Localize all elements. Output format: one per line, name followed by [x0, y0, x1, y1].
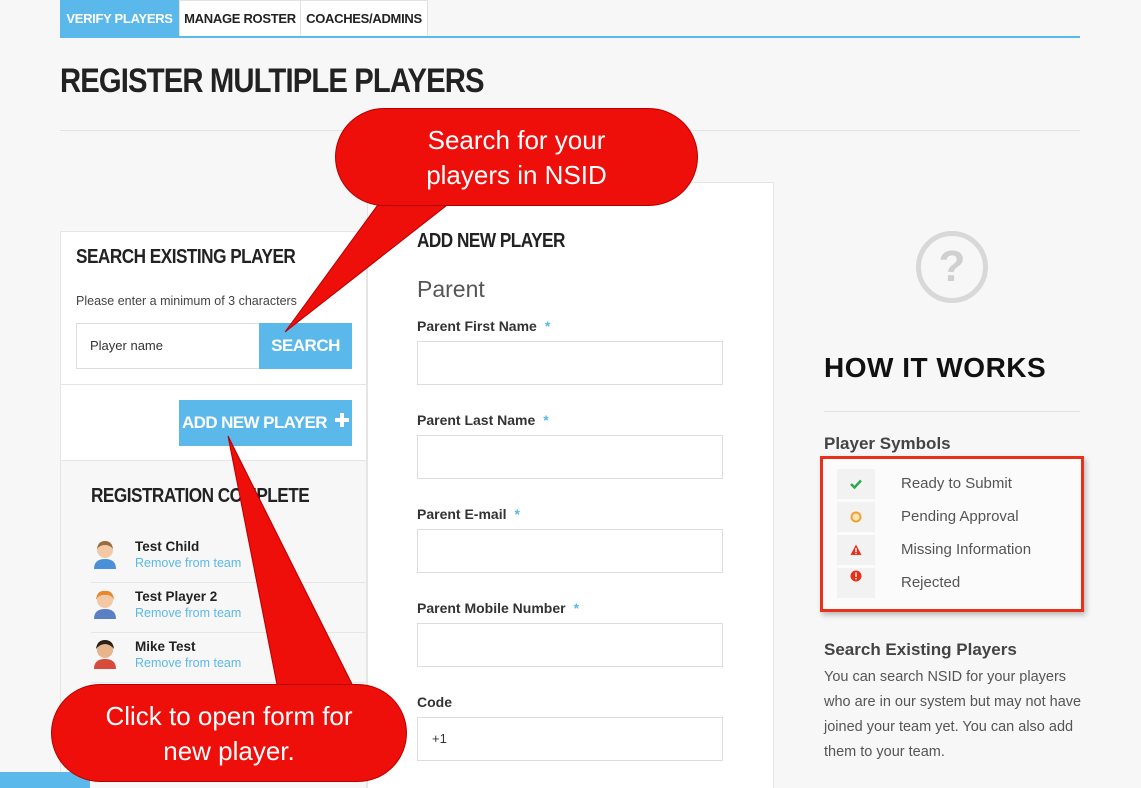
callout-open-form: Click to open form for new player.	[51, 684, 407, 782]
bottom-callout-pointer	[227, 435, 361, 701]
top-callout-pointer	[284, 194, 462, 333]
callout-search-nsid: Search for your players in NSID	[335, 108, 698, 206]
